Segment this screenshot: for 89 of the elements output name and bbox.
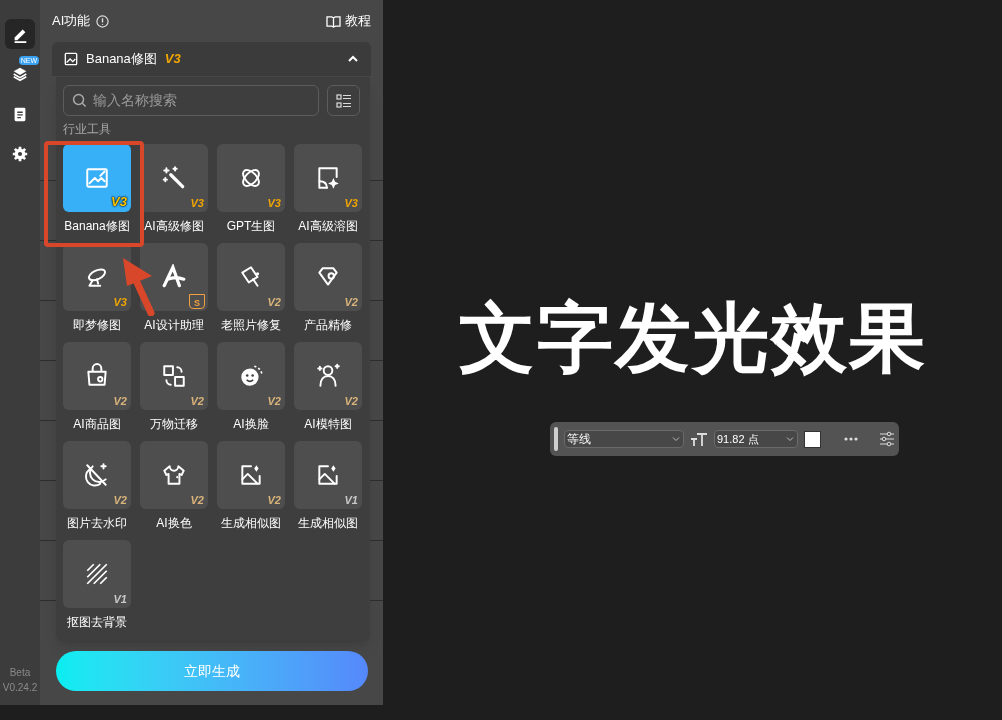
version-label: V2 [113,492,127,508]
version-label: V2 [344,393,358,409]
layers-icon [11,65,29,83]
tool-tile[interactable]: V2 [294,243,362,311]
tool-label: AI商品图 [73,416,121,433]
shopping-bag-icon [84,363,110,389]
sidebar-item[interactable] [5,19,35,49]
image-icon [315,462,341,488]
tool-tile[interactable]: V1 [63,540,131,608]
version-label: V2 [113,393,127,409]
tool-label: 老照片修复 [221,317,281,334]
image-icon [64,52,78,66]
image-icon [84,165,110,191]
tutorial-link[interactable]: 教程 [326,11,371,31]
tool-label: 抠图去背景 [67,614,127,631]
version-text: V0.24.2 [2,681,38,695]
search-input[interactable]: 输入名称搜索 [93,90,303,111]
tool-dropdown[interactable]: Banana修图 V3 [52,42,371,76]
tool-tile[interactable]: V2 [140,342,208,410]
tool-tile[interactable]: V1 [294,441,362,509]
text-size-icon [690,431,708,447]
generate-button[interactable]: 立即生成 [56,651,368,691]
version-label: V1 [113,591,127,607]
font-dropdown[interactable]: 等线 [564,430,684,448]
toolbar-grip[interactable] [554,427,558,451]
version-label: V3 [164,50,181,69]
version-label: V3 [344,195,358,211]
caret-icon [671,434,681,444]
tool-label: GPT生图 [226,218,276,235]
list-view-button[interactable] [327,85,360,116]
tool-tile[interactable]: V2 [63,441,131,509]
tool-tile[interactable]: V2 [294,342,362,410]
version-label: V3 [111,192,127,211]
tool-label: AI高级溶图 [298,218,358,235]
version-text: Beta [9,666,31,680]
version-label: V2 [190,492,204,508]
tool-tile[interactable]: V3 [294,144,362,212]
caret-icon [785,434,795,444]
version-label: V3 [190,195,204,211]
tool-label: 图片去水印 [67,515,127,532]
panel-title: AI功能 [52,12,91,31]
tool-label: AI换色 [156,515,192,532]
canvas-text: 文字发光效果 [458,292,927,384]
tool-label: 即梦修图 [73,317,121,334]
swap-icon [161,363,187,389]
tool-label: AI设计助理 [144,317,204,334]
book-icon [326,14,341,28]
tool-label: Banana修图 [64,218,130,235]
tool-tile[interactable]: S [140,243,208,311]
tool-label: AI模特图 [304,416,352,433]
tool-tile[interactable]: V3 [217,144,285,212]
version-label: V2 [267,393,281,409]
tool-tile[interactable]: V2 [217,441,285,509]
version-label: V2 [344,294,358,310]
tool-label: 生成相似图 [298,515,358,532]
tool-label: 万物迁移 [150,416,198,433]
gear-icon [11,145,29,163]
more-icon [843,436,859,442]
smiley-icon [238,363,264,389]
shirt-icon [161,462,187,488]
tool-tile[interactable]: V2 [217,243,285,311]
list-icon [335,92,352,109]
font-size-dropdown[interactable]: 91.82 点 [714,430,798,448]
tool-label: AI高级修图 [144,218,204,235]
tool-label: AI换脸 [233,416,269,433]
version-label: V3 [113,294,127,310]
magic-wand-icon [161,165,187,191]
image-icon [238,462,264,488]
tool-tile[interactable]: V2 [140,441,208,509]
tool-tile[interactable]: V2 [217,342,285,410]
crown-badge: S [189,294,205,309]
search-icon [72,93,87,108]
version-label: V2 [190,393,204,409]
sparkle-image-icon [315,165,341,191]
version-label: V2 [267,294,281,310]
version-label: V3 [267,195,281,211]
person-icon [315,363,341,389]
color-swatch[interactable] [804,430,821,448]
letter-a-icon [161,264,187,290]
version-label: V1 [344,492,358,508]
section-label: 行业工具 [63,121,112,138]
tool-label: 生成相似图 [221,515,281,532]
tool-tile[interactable]: V2 [63,342,131,410]
version-label: V2 [267,492,281,508]
settings-icon [879,431,895,447]
stripes-icon [84,561,110,587]
tool-label: 产品精修 [304,317,352,334]
search-field[interactable]: 输入名称搜索 [63,85,319,116]
info-icon [96,14,110,28]
